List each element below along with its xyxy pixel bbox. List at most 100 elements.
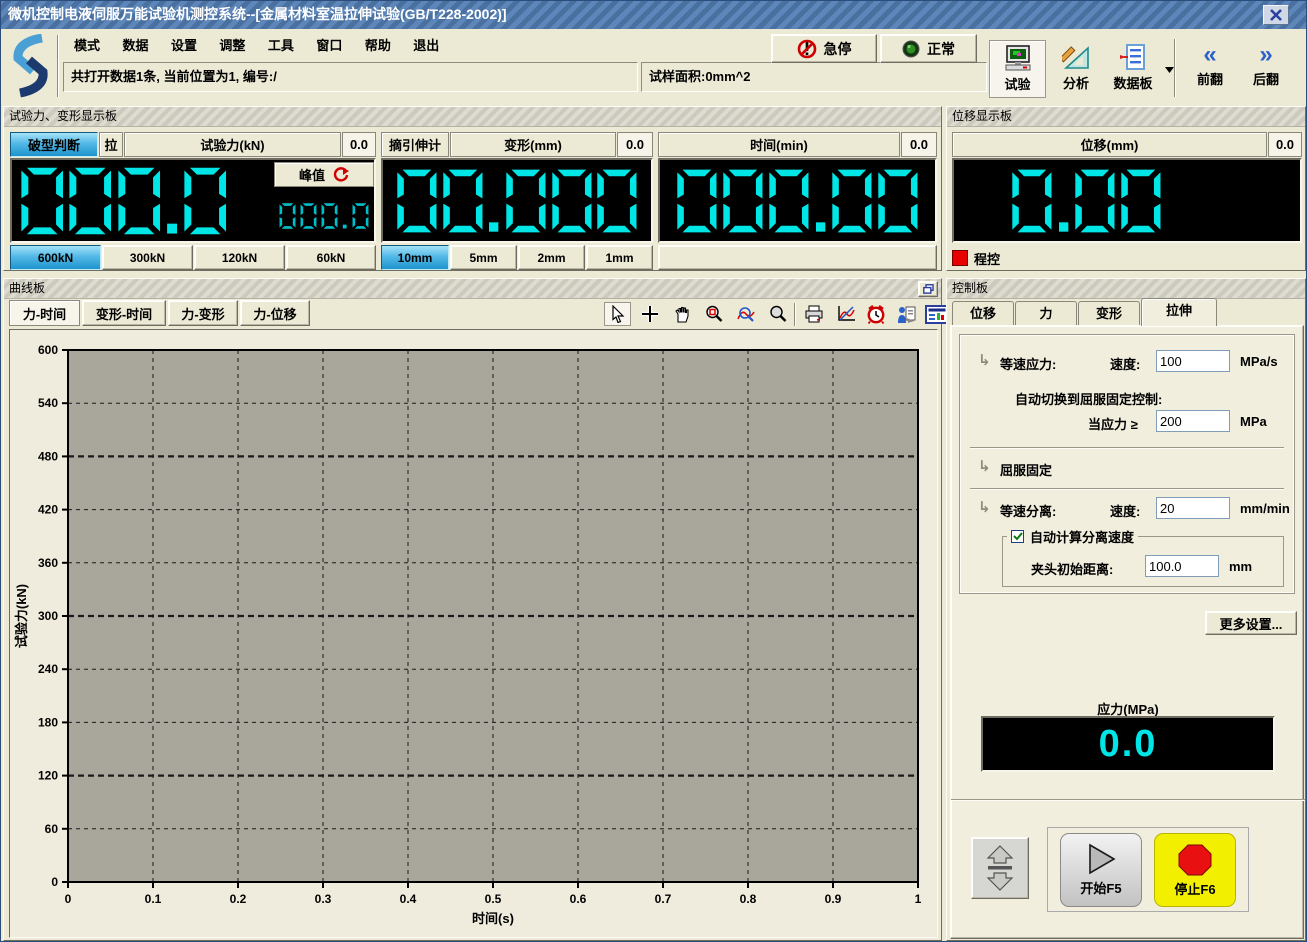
deform-aux-value: 0.0: [617, 132, 653, 157]
toolbar-analyze-button[interactable]: 分析: [1050, 40, 1102, 98]
deform-range-5mm[interactable]: 5mm: [450, 245, 517, 270]
const-stress-speed-input[interactable]: [1156, 350, 1230, 372]
const-separation-speed-input[interactable]: [1156, 497, 1230, 519]
switch-threshold-label: 当应力 ≥: [1088, 414, 1138, 433]
extensometer-button[interactable]: 摘引伸计: [381, 132, 449, 157]
displacement-aux-value: 0.0: [1268, 132, 1302, 157]
branch-arrow-icon: ↳: [978, 457, 991, 475]
page-prev-icon: «: [1203, 44, 1216, 66]
pan-tool-button[interactable]: [668, 302, 695, 326]
auto-calc-groupbox: 自动计算分离速度 夹头初始距离: mm: [1002, 527, 1284, 587]
toolbar-test-label: 试验: [1004, 74, 1030, 93]
toolbar-analyze-label: 分析: [1063, 73, 1089, 92]
program-control-indicator-icon: [952, 250, 968, 266]
menu-help[interactable]: 帮助: [356, 34, 400, 58]
auto-calc-checkbox[interactable]: [1011, 530, 1024, 543]
svg-text:180: 180: [38, 715, 58, 729]
jog-up-down-button[interactable]: [971, 837, 1029, 899]
curve-tab-force-time[interactable]: 力-时间: [9, 300, 80, 326]
grip-distance-input[interactable]: [1145, 555, 1219, 577]
control-tab-force[interactable]: 力: [1015, 301, 1077, 325]
toolbar-test-button[interactable]: 试验: [989, 40, 1046, 98]
deform-range-10mm[interactable]: 10mm: [381, 245, 449, 270]
zoom-curve-icon: [737, 305, 755, 323]
program-control-label: 程控: [974, 249, 1000, 268]
alarm-clock-icon: [866, 305, 886, 324]
page-next-icon: »: [1259, 44, 1272, 66]
svg-text:0: 0: [65, 892, 72, 906]
timer-button[interactable]: [862, 302, 889, 326]
zoom-out-icon: [769, 305, 787, 323]
databoard-dropdown-icon[interactable]: [1165, 67, 1174, 73]
displacement-panel-title: 位移显示板: [947, 107, 1305, 127]
stress-readout-display: 0.0: [981, 716, 1275, 772]
svg-text:1: 1: [915, 892, 922, 906]
toolbar-databoard-button[interactable]: 数据板: [1103, 40, 1163, 98]
pull-button[interactable]: 拉: [99, 132, 123, 157]
toolbar-page-prev-button[interactable]: « 前翻: [1184, 40, 1236, 98]
app-window: 微机控制电液伺服万能试验机测控系统--[金属材料室温拉伸试验(GB/T228-2…: [0, 0, 1307, 942]
curve-analysis-button[interactable]: [832, 302, 859, 326]
control-tab-tension[interactable]: 拉伸: [1141, 298, 1217, 326]
menu-adjust[interactable]: 调整: [210, 34, 254, 58]
auto-calc-legend: 自动计算分离速度: [1007, 527, 1138, 546]
menu-window[interactable]: 窗口: [307, 34, 351, 58]
curve-tab-deform-time[interactable]: 变形-时间: [82, 300, 166, 326]
panel-restore-button[interactable]: [918, 281, 938, 297]
force-range-300kn[interactable]: 300kN: [102, 245, 193, 270]
print-button[interactable]: [800, 302, 827, 326]
play-icon: [1084, 843, 1118, 875]
time-aux-value: 0.0: [901, 132, 937, 157]
stop-button[interactable]: 停止F6: [1154, 833, 1236, 907]
time-display-digits: [660, 167, 935, 235]
toolbar-page-next-button[interactable]: » 后翻: [1240, 40, 1292, 98]
control-tab-displacement[interactable]: 位移: [952, 301, 1014, 325]
start-button-label: 开始F5: [1080, 878, 1121, 897]
control-tab-deform[interactable]: 变形: [1078, 301, 1140, 325]
time-bottom-strip: [658, 245, 937, 270]
menu-data[interactable]: 数据: [113, 34, 157, 58]
crosshair-icon: [641, 305, 659, 323]
force-range-60kn[interactable]: 60kN: [286, 245, 376, 270]
menu-tools[interactable]: 工具: [259, 34, 303, 58]
crosshair-tool-button[interactable]: [636, 302, 663, 326]
deform-range-2mm[interactable]: 2mm: [518, 245, 585, 270]
force-range-120kn[interactable]: 120kN: [194, 245, 285, 270]
zoom-out-tool-button[interactable]: [764, 302, 791, 326]
zoom-box-icon: [705, 305, 723, 323]
time-display: [658, 158, 937, 243]
start-button[interactable]: 开始F5: [1060, 833, 1142, 907]
more-settings-button[interactable]: 更多设置...: [1205, 611, 1297, 635]
normal-status-label: 正常: [927, 39, 955, 59]
displacement-display: [952, 158, 1302, 243]
force-range-600kn[interactable]: 600kN: [10, 245, 101, 270]
deform-display-digits: [383, 167, 651, 235]
menu-settings[interactable]: 设置: [162, 34, 206, 58]
switch-threshold-input[interactable]: [1156, 410, 1230, 432]
svg-text:0.2: 0.2: [230, 892, 247, 906]
zoom-box-tool-button[interactable]: [700, 302, 727, 326]
close-button[interactable]: [1263, 5, 1289, 25]
menu-mode[interactable]: 模式: [65, 34, 109, 58]
zoom-curve-tool-button[interactable]: [732, 302, 759, 326]
svg-text:540: 540: [38, 396, 58, 410]
displacement-panel: 位移显示板 位移(mm) 0.0 程控: [946, 106, 1306, 271]
emergency-stop-button[interactable]: 急停: [771, 34, 877, 63]
break-judge-button[interactable]: 破型判断: [10, 132, 98, 157]
svg-text:300: 300: [38, 609, 58, 623]
operator-record-button[interactable]: [892, 302, 919, 326]
peak-button[interactable]: 峰值: [274, 162, 374, 187]
svg-text:240: 240: [38, 662, 58, 676]
title-bar: 微机控制电液伺服万能试验机测控系统--[金属材料室温拉伸试验(GB/T228-2…: [1, 1, 1306, 29]
svg-text:120: 120: [38, 769, 58, 783]
cursor-tool-button[interactable]: [604, 302, 631, 326]
menu-exit[interactable]: 退出: [404, 34, 448, 58]
cursor-icon: [609, 305, 627, 323]
curve-tab-force-displacement[interactable]: 力-位移: [240, 300, 310, 326]
control-panel-title: 控制板: [947, 279, 1305, 299]
deform-range-1mm[interactable]: 1mm: [586, 245, 653, 270]
normal-status-button[interactable]: 正常: [880, 34, 977, 63]
curve-tab-force-deform[interactable]: 力-变形: [168, 300, 238, 326]
force-deform-panel: 试验力、变形显示板 破型判断 拉 试验力(kN) 0.0 峰值 600kN 30…: [3, 106, 942, 271]
analyze-icon: [1062, 44, 1090, 70]
